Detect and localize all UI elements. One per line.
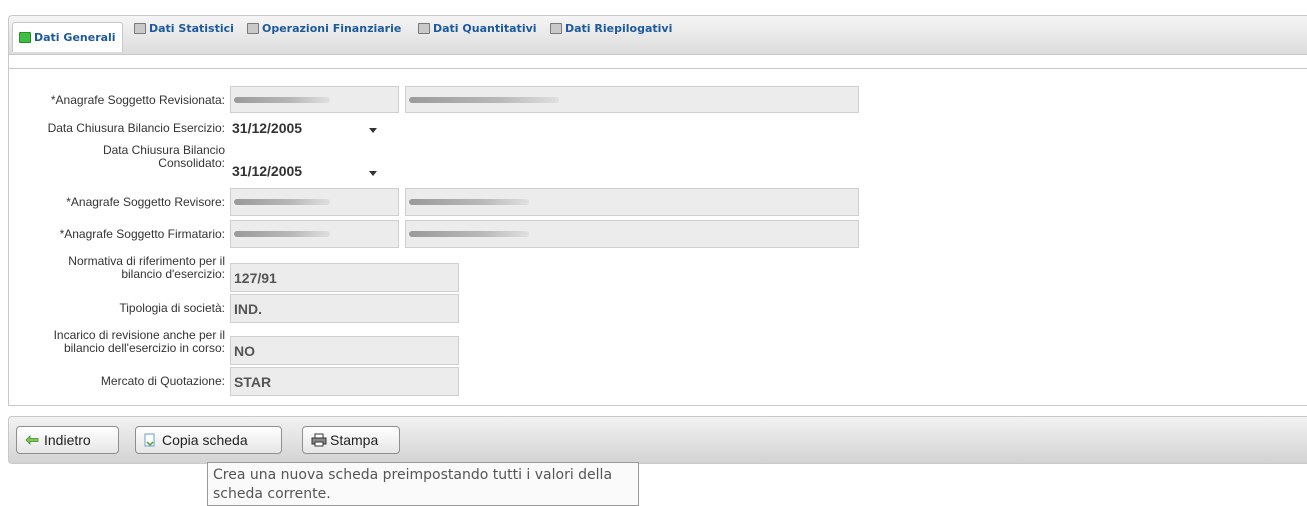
firmatario-code-field <box>230 220 399 248</box>
redacted-value <box>409 199 529 205</box>
tipologia-label: Tipologia di società: <box>119 301 225 315</box>
gray-tab-icon <box>550 22 562 34</box>
back-arrow-icon <box>25 435 39 445</box>
incarico-label: Incarico di revisione anche per il bilan… <box>14 329 225 355</box>
revisionata-name-field <box>405 86 859 113</box>
chiusura-consolidato-label: Data Chiusura Bilancio Consolidato: <box>14 144 225 170</box>
mercato-label: Mercato di Quotazione: <box>100 374 225 388</box>
revisionata-code-field <box>230 86 399 113</box>
tab-label: Dati Statistici <box>149 21 234 35</box>
copy-icon <box>144 433 156 447</box>
copia-label: Copia scheda <box>162 432 248 448</box>
revisore-label: *Anagrafe Soggetto Revisore: <box>66 195 225 209</box>
copia-scheda-tooltip: Crea una nuova scheda preimpostando tutt… <box>207 462 639 506</box>
redacted-value <box>234 231 330 237</box>
indietro-label: Indietro <box>44 432 91 448</box>
copia-scheda-button[interactable]: Copia scheda <box>135 426 282 454</box>
label-line: bilancio d'esercizio: <box>121 267 225 281</box>
firmatario-name-field <box>405 220 859 248</box>
green-tab-icon <box>19 32 31 43</box>
chevron-down-icon[interactable] <box>369 171 377 176</box>
chiusura-esercizio-dropdown[interactable]: 31/12/2005 <box>232 120 382 142</box>
mercato-field: STAR <box>230 367 459 396</box>
tipologia-field: IND. <box>230 294 459 323</box>
tooltip-line: scheda corrente. <box>213 486 331 502</box>
gray-tab-icon <box>134 22 146 34</box>
tab-label: Dati Generali <box>34 31 116 44</box>
revisore-name-field <box>405 188 859 216</box>
tab-label: Operazioni Finanziarie <box>262 21 402 35</box>
panel-divider <box>8 68 1307 69</box>
revisore-code-field <box>230 188 399 216</box>
printer-icon <box>311 433 327 447</box>
redacted-value <box>409 231 529 237</box>
chiusura-consolidato-dropdown[interactable]: 31/12/2005 <box>232 163 382 185</box>
tooltip-line: Crea una nuova scheda preimpostando tutt… <box>213 467 613 483</box>
revisionata-label: *Anagrafe Soggetto Revisionata: <box>50 93 225 107</box>
tab-label: Dati Quantitativi <box>433 21 537 35</box>
indietro-button[interactable]: Indietro <box>16 426 119 454</box>
mercato-value: STAR <box>234 373 272 390</box>
label-line: bilancio dell'esercizio in corso: <box>63 341 225 355</box>
tab-dati-quantitativi[interactable]: Dati Quantitativi <box>418 15 537 41</box>
chiusura-esercizio-value: 31/12/2005 <box>232 120 303 136</box>
normativa-value: 127/91 <box>234 269 277 286</box>
redacted-value <box>409 96 559 103</box>
stampa-label: Stampa <box>330 432 379 448</box>
incarico-field: NO <box>230 336 459 365</box>
normativa-field: 127/91 <box>230 263 459 292</box>
incarico-value: NO <box>234 342 255 359</box>
chiusura-esercizio-label: Data Chiusura Bilancio Esercizio: <box>47 121 225 135</box>
chiusura-consolidato-value: 31/12/2005 <box>232 163 303 179</box>
tab-operazioni-finanziarie[interactable]: Operazioni Finanziarie <box>247 15 401 41</box>
label-line: Consolidato: <box>158 156 225 170</box>
tab-label: Dati Riepilogativi <box>565 21 673 35</box>
redacted-value <box>234 96 330 103</box>
tab-dati-generali[interactable]: Dati Generali <box>12 22 123 52</box>
chevron-down-icon[interactable] <box>369 128 377 133</box>
gray-tab-icon <box>247 22 259 34</box>
tab-dati-statistici[interactable]: Dati Statistici <box>134 15 234 41</box>
gray-tab-icon <box>418 22 430 34</box>
normativa-label: Normativa di riferimento per il bilancio… <box>14 255 225 281</box>
redacted-value <box>234 199 330 205</box>
stampa-button[interactable]: Stampa <box>302 426 400 454</box>
tipologia-value: IND. <box>234 300 262 317</box>
firmatario-label: *Anagrafe Soggetto Firmatario: <box>59 227 225 241</box>
tab-dati-riepilogativi[interactable]: Dati Riepilogativi <box>550 15 672 41</box>
